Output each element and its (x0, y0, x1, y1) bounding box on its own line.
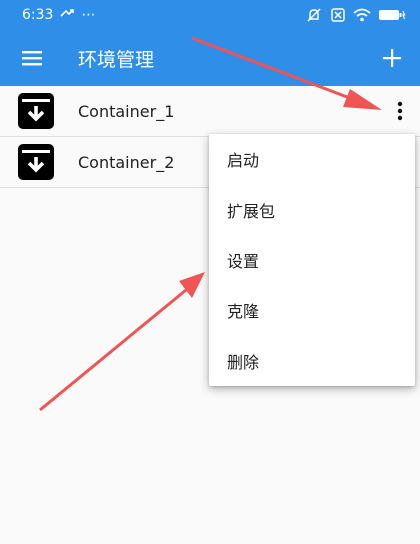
menu-item-start[interactable]: 启动 (209, 134, 415, 184)
status-more: ⋯ (81, 7, 96, 23)
menu-item-settings[interactable]: 设置 (209, 235, 415, 285)
menu-item-extensions[interactable]: 扩展包 (209, 184, 415, 234)
mute-bell-icon (305, 7, 323, 23)
wifi-icon (353, 8, 371, 22)
archive-box-icon (17, 143, 55, 181)
status-time: 6:33 (22, 7, 54, 23)
battery-charging-icon (378, 8, 406, 22)
arrow-to-settings-item (39, 272, 205, 412)
add-container-button[interactable] (364, 30, 420, 86)
menu-button[interactable] (0, 30, 64, 86)
list-item[interactable]: Container_1 (0, 86, 420, 137)
sim-card-icon (330, 7, 346, 23)
signal-arrow-icon (59, 7, 75, 23)
page-title: 环境管理 (78, 48, 155, 71)
hamburger-menu-icon (22, 51, 42, 66)
archive-box-icon (17, 92, 55, 130)
status-right (305, 7, 406, 23)
container-name: Container_1 (78, 101, 175, 121)
menu-item-clone[interactable]: 克隆 (209, 285, 415, 335)
app-bar: 环境管理 (0, 30, 420, 86)
status-left: 6:33 ⋯ (22, 7, 95, 23)
more-vertical-icon (397, 101, 403, 121)
status-bar: 6:33 ⋯ (0, 0, 420, 30)
menu-item-delete[interactable]: 删除 (209, 336, 415, 386)
more-options-button[interactable] (380, 86, 420, 137)
plus-icon (383, 49, 401, 67)
container-popup-menu: 启动 扩展包 设置 克隆 删除 (209, 134, 415, 386)
